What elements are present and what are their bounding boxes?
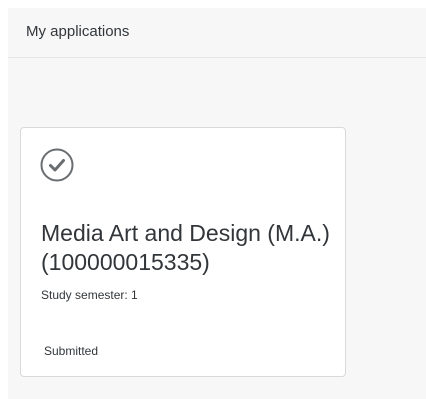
application-title: Media Art and Design (M.A.) (10000001533… xyxy=(41,220,330,275)
page-header: My applications xyxy=(8,8,426,58)
check-circle-icon xyxy=(40,148,74,182)
status-label: Submitted xyxy=(44,344,99,358)
page-title: My applications xyxy=(26,23,130,40)
application-tile[interactable]: Media Art and Design (M.A.) (10000001533… xyxy=(20,127,346,377)
study-semester: Study semester: 1 xyxy=(41,288,138,302)
page-container: My applications Media Art and Design (M.… xyxy=(8,8,426,399)
